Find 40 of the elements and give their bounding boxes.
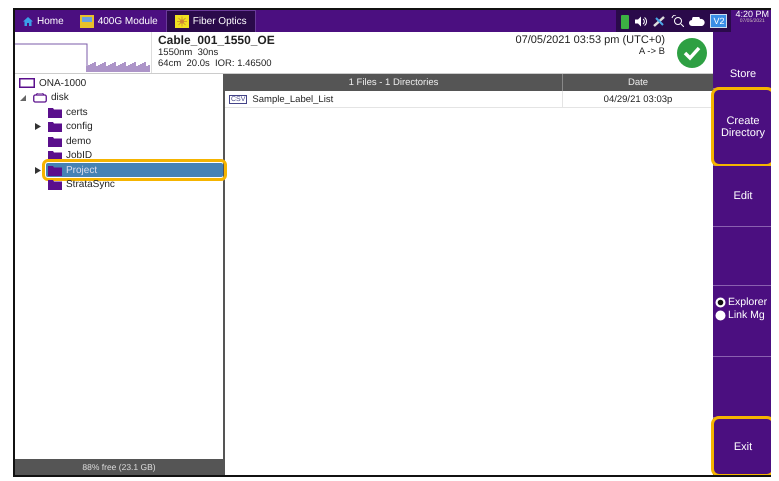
clock-time: 4:20 PM	[735, 10, 769, 19]
collapse-icon[interactable]	[20, 94, 26, 102]
tab[interactable]: Fiber Optics	[166, 10, 256, 32]
tree-item[interactable]: config	[46, 120, 101, 134]
file-title: Cable_001_1550_OE	[158, 34, 275, 48]
direction-label: A -> B	[638, 46, 665, 58]
side-button[interactable]: Exit	[713, 418, 771, 475]
radio-option[interactable]: Link Mg	[713, 309, 771, 321]
cloud-icon	[689, 16, 706, 26]
expand-icon[interactable]	[35, 123, 41, 130]
test-datetime: 07/05/2021 03:53 pm (UTC+0)	[515, 34, 665, 47]
battery-icon	[620, 14, 630, 28]
expand-icon[interactable]	[35, 166, 41, 174]
tree-root-label: ONA-1000	[39, 78, 86, 89]
test-settings: 1550nm 30ns	[158, 48, 220, 59]
drive-icon	[33, 92, 47, 103]
module-icon	[80, 14, 94, 28]
home-icon	[23, 16, 33, 26]
tree-item[interactable]: disk	[31, 90, 77, 105]
tab[interactable]: Home	[15, 10, 72, 32]
folder-icon	[48, 136, 62, 147]
folder-icon	[48, 106, 62, 118]
tree-item[interactable]: certs	[46, 105, 96, 120]
fiber-icon	[174, 15, 189, 28]
tree-item[interactable]: StrataSync	[46, 178, 123, 192]
file-date: 04/29/21 03:03p	[602, 94, 674, 104]
radio-option[interactable]: Explorer	[713, 296, 771, 308]
column-header[interactable]: Date	[563, 74, 713, 91]
folder-icon	[48, 121, 62, 132]
side-button[interactable]: Create Directory	[713, 89, 771, 165]
test-settings: 64cm 20.0s IOR: 1.46500	[158, 58, 273, 70]
device-icon	[19, 78, 35, 88]
column-header[interactable]: 1 Files - 1 Directories	[225, 74, 563, 91]
folder-icon	[48, 164, 62, 176]
storage-status: 88% free (23.1 GB)	[15, 459, 223, 475]
speaker-icon	[635, 16, 648, 26]
version-badge: V2	[710, 14, 728, 28]
tab[interactable]: 400G Module	[72, 10, 166, 32]
tree-item[interactable]: demo	[46, 134, 100, 148]
file-name: Sample_Label_List	[252, 94, 334, 104]
